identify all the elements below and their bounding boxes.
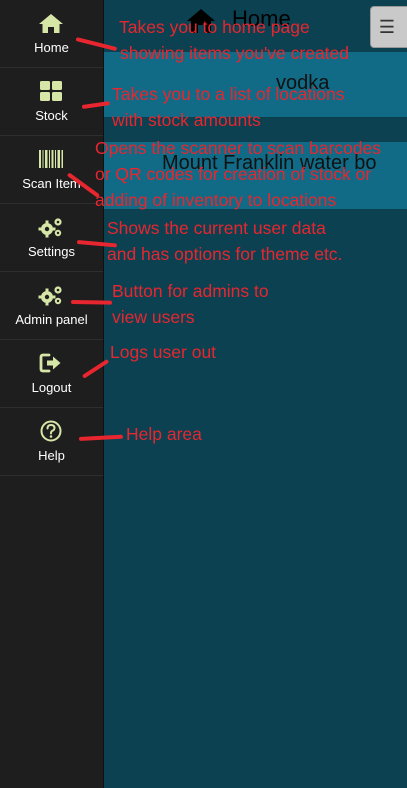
annotation-scan-item: Opens the scanner to scan barcodes or QR… [95, 138, 382, 210]
annotation-home: Takes you to home page showing items you… [119, 17, 350, 63]
annotation-admin-panel: Button for admins to view users [112, 281, 269, 327]
menu-toggle-button[interactable]: ☰ [370, 6, 407, 48]
sidebar-item-scan-item[interactable]: Scan Item [0, 136, 103, 204]
home-icon [39, 14, 63, 33]
sidebar-item-stock[interactable]: Stock [0, 68, 103, 136]
question-circle-icon [40, 420, 62, 442]
annotation-help: Help area [126, 424, 202, 444]
sidebar-item-admin-panel[interactable]: Admin panel [0, 272, 103, 340]
sidebar-item-label: Stock [35, 108, 68, 123]
gears-icon [38, 218, 62, 238]
annotation-stock: Takes you to a list of locations with st… [112, 84, 345, 130]
sidebar-item-label: Settings [28, 244, 75, 259]
sidebar: Home Stock Scan Item Settings Admin pane… [0, 0, 104, 788]
grid-icon [40, 81, 62, 101]
annotation-settings: Shows the current user data and has opti… [107, 218, 343, 264]
sidebar-item-home[interactable]: Home [0, 0, 103, 68]
sidebar-item-label: Logout [31, 380, 72, 395]
annotation-pointer [70, 300, 113, 305]
annotation-logout: Logs user out [110, 342, 217, 362]
sign-out-icon [39, 353, 61, 373]
sidebar-item-help[interactable]: Help [0, 408, 103, 476]
gears-icon [38, 286, 62, 306]
sidebar-item-settings[interactable]: Settings [0, 204, 103, 272]
sidebar-item-label: Admin panel [15, 312, 88, 327]
sidebar-item-label: Help [38, 448, 65, 463]
barcode-icon [39, 150, 63, 168]
